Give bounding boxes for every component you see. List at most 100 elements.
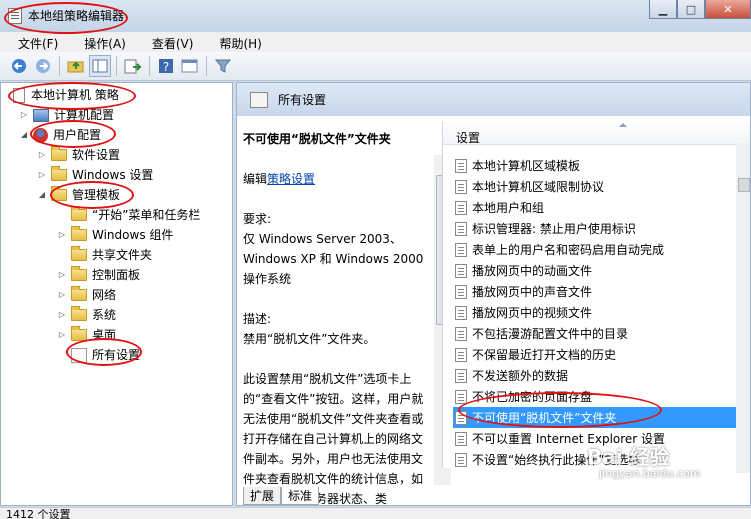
list-scrollbar[interactable] bbox=[736, 143, 750, 473]
expand-icon[interactable]: ▷ bbox=[57, 265, 67, 285]
tree-item-label: 共享文件夹 bbox=[92, 248, 153, 262]
policy-setting-icon bbox=[455, 389, 467, 404]
maximize-icon[interactable]: □ bbox=[677, 0, 705, 19]
console-tree[interactable]: 本地计算机 策略 ▷ 计算机配置 ◢ 用户配置 ▷ 软件设置 ▷ Windows… bbox=[0, 82, 233, 506]
minimize-icon[interactable]: ▁ bbox=[649, 0, 677, 19]
expand-icon[interactable]: ▷ bbox=[19, 105, 29, 125]
expand-icon[interactable]: ▷ bbox=[37, 145, 47, 165]
requirements: 要求: 仅 Windows Server 2003、Windows XP 和 Wi… bbox=[243, 209, 429, 289]
list-item[interactable]: 播放网页中的视频文件 bbox=[455, 302, 745, 323]
up-folder-icon[interactable] bbox=[65, 55, 87, 77]
watermark: Bai 经验 jingyan.baidu.com bbox=[577, 441, 750, 487]
description-block: 描述: 禁用“脱机文件”文件夹。 bbox=[243, 309, 429, 349]
list-item-label: 播放网页中的视频文件 bbox=[472, 306, 593, 320]
policy-setting-icon bbox=[455, 431, 467, 446]
properties-icon[interactable] bbox=[179, 55, 201, 77]
menu-action[interactable]: 操作(A) bbox=[66, 32, 134, 52]
policy-setting-icon bbox=[455, 200, 467, 215]
folder-icon bbox=[71, 226, 87, 241]
toolbar-separator bbox=[59, 56, 60, 76]
menu-file[interactable]: 文件(F) bbox=[0, 32, 66, 52]
list-item[interactable]: 播放网页中的动画文件 bbox=[455, 260, 745, 281]
edit-line: 编辑策略设置 bbox=[243, 169, 429, 189]
tree-item-label: “开始”菜单和任务栏 bbox=[92, 208, 201, 222]
tree-item-label: 控制面板 bbox=[92, 268, 141, 282]
list-item[interactable]: 本地计算机区域模板 bbox=[455, 155, 745, 176]
menu-help[interactable]: 帮助(H) bbox=[201, 32, 269, 52]
policy-setting-icon bbox=[455, 284, 467, 299]
svg-text:?: ? bbox=[163, 60, 169, 74]
policy-setting-icon bbox=[455, 305, 467, 320]
list-item-label: 表单上的用户名和密码启用自动完成 bbox=[472, 243, 665, 257]
tree-item-system[interactable]: ▷ 系统 bbox=[57, 305, 116, 325]
list-item[interactable]: 不发送额外的数据 bbox=[455, 365, 745, 386]
list-item[interactable]: 播放网页中的声音文件 bbox=[455, 281, 745, 302]
tree-item-network[interactable]: ▷ 网络 bbox=[57, 285, 116, 305]
list-item[interactable]: 标识管理器: 禁止用户使用标识 bbox=[455, 218, 745, 239]
close-icon[interactable]: ✕ bbox=[705, 0, 751, 19]
policy-setting-icon bbox=[455, 452, 467, 467]
tree-item-label: 系统 bbox=[92, 308, 117, 322]
description-text: 禁用“脱机文件”文件夹。 bbox=[243, 332, 376, 346]
list-item-label: 标识管理器: 禁止用户使用标识 bbox=[472, 222, 636, 236]
collapse-icon[interactable]: ◢ bbox=[37, 185, 47, 205]
folder-icon bbox=[71, 206, 87, 221]
filter-icon[interactable] bbox=[212, 55, 234, 77]
export-icon[interactable] bbox=[122, 55, 144, 77]
requirements-text: 仅 Windows Server 2003、Windows XP 和 Windo… bbox=[243, 232, 424, 286]
tree-item-windows-components[interactable]: ▷ Windows 组件 bbox=[57, 225, 173, 245]
menu-view[interactable]: 查看(V) bbox=[134, 32, 202, 52]
expand-icon[interactable]: ▷ bbox=[57, 305, 67, 325]
tab-standard[interactable]: 标准 bbox=[281, 487, 320, 505]
scroll-thumb[interactable] bbox=[738, 178, 750, 192]
status-bar: 1412 个设置 bbox=[0, 507, 751, 519]
tree-item-control-panel[interactable]: ▷ 控制面板 bbox=[57, 265, 140, 285]
annotation-oval bbox=[458, 392, 662, 428]
list-item[interactable]: 本地用户和组 bbox=[455, 197, 745, 218]
folder-icon bbox=[71, 286, 87, 301]
list-item[interactable]: 不保留最近打开文档的历史 bbox=[455, 344, 745, 365]
details-title: 所有设置 bbox=[278, 93, 327, 107]
policy-setting-icon bbox=[455, 263, 467, 278]
tab-extended[interactable]: 扩展 bbox=[243, 487, 282, 505]
collapse-icon[interactable]: ◢ bbox=[19, 125, 29, 145]
show-tree-icon[interactable] bbox=[89, 55, 111, 77]
expand-icon[interactable]: ▷ bbox=[57, 325, 67, 345]
back-icon[interactable] bbox=[8, 55, 30, 77]
sort-arrow-icon bbox=[619, 123, 627, 127]
list-item[interactable]: 表单上的用户名和密码启用自动完成 bbox=[455, 239, 745, 260]
list-item[interactable]: 本地计算机区域限制协议 bbox=[455, 176, 745, 197]
requirements-label: 要求: bbox=[243, 212, 272, 226]
toolbar-separator bbox=[206, 56, 207, 76]
expand-icon[interactable]: ▷ bbox=[57, 225, 67, 245]
watermark-subtext: jingyan.baidu.com bbox=[599, 467, 701, 480]
column-header-label: 设置 bbox=[456, 131, 481, 145]
forward-icon[interactable] bbox=[32, 55, 54, 77]
policy-setting-icon bbox=[455, 158, 467, 173]
annotation-oval bbox=[50, 181, 134, 209]
status-text: 1412 个设置 bbox=[6, 508, 71, 519]
policy-title: 不可使用“脱机文件”文件夹 bbox=[243, 132, 391, 146]
list-item-label: 播放网页中的声音文件 bbox=[472, 285, 593, 299]
policy-setting-icon bbox=[455, 242, 467, 257]
list-item[interactable]: 不包括漫游配置文件中的目录 bbox=[455, 323, 745, 344]
list-item-label: 不发送额外的数据 bbox=[472, 369, 569, 383]
window-controls: ▁ □ ✕ bbox=[649, 0, 751, 20]
expand-icon[interactable]: ▷ bbox=[57, 285, 67, 305]
annotation-oval bbox=[8, 82, 136, 110]
list-item-label: 本地计算机区域模板 bbox=[472, 159, 581, 173]
policy-setting-icon bbox=[455, 221, 467, 236]
list-item-label: 本地计算机区域限制协议 bbox=[472, 180, 605, 194]
column-header-setting[interactable]: 设置 bbox=[443, 121, 750, 145]
tree-item-label: 软件设置 bbox=[72, 148, 121, 162]
edit-policy-link[interactable]: 策略设置 bbox=[267, 172, 315, 186]
policy-setting-icon bbox=[455, 179, 467, 194]
help-icon[interactable]: ? bbox=[155, 55, 177, 77]
policy-setting-icon bbox=[455, 347, 467, 362]
folder-icon bbox=[51, 146, 67, 161]
tree-item-shared-folders[interactable]: 共享文件夹 bbox=[71, 245, 152, 265]
expand-icon[interactable]: ▷ bbox=[37, 165, 47, 185]
tree-item-software[interactable]: ▷ 软件设置 bbox=[37, 145, 120, 165]
edit-prefix: 编辑 bbox=[243, 172, 268, 186]
folder-icon bbox=[71, 306, 87, 321]
